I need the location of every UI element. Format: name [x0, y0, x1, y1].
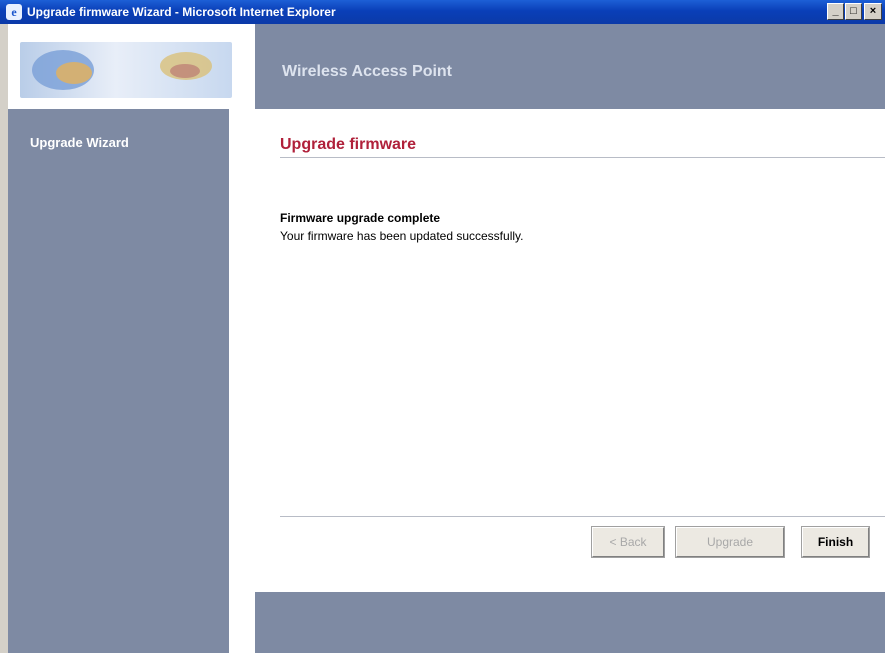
logo-image — [20, 42, 232, 98]
sidebar-item-upgrade-wizard[interactable]: Upgrade Wizard — [30, 135, 129, 151]
status-message: Your firmware has been updated successfu… — [280, 229, 524, 243]
status-heading: Firmware upgrade complete — [280, 211, 441, 225]
ie-icon: e — [6, 4, 22, 20]
window-title: Upgrade firmware Wizard - Microsoft Inte… — [27, 5, 336, 19]
logo — [8, 24, 255, 109]
footer-bar — [255, 592, 885, 653]
sidebar: Upgrade Wizard — [8, 109, 229, 653]
finish-button[interactable]: Finish — [801, 526, 870, 558]
close-button[interactable]: × — [864, 3, 882, 20]
maximize-button[interactable]: □ — [845, 3, 862, 20]
header-banner: Wireless Access Point — [255, 24, 885, 109]
page-title: Upgrade firmware — [280, 136, 417, 153]
window-titlebar[interactable]: e Upgrade firmware Wizard - Microsoft In… — [0, 0, 885, 24]
divider — [280, 516, 885, 517]
window-border — [0, 24, 8, 653]
logo-shape — [56, 62, 92, 84]
sidebar-spacer — [229, 109, 255, 653]
main-content: Upgrade firmware Firmware upgrade comple… — [255, 109, 885, 592]
upgrade-button[interactable]: Upgrade — [675, 526, 785, 558]
header-title: Wireless Access Point — [282, 63, 453, 80]
minimize-button[interactable]: _ — [827, 3, 844, 20]
divider — [280, 157, 885, 158]
logo-shape — [170, 64, 200, 78]
back-button[interactable]: < Back — [591, 526, 665, 558]
